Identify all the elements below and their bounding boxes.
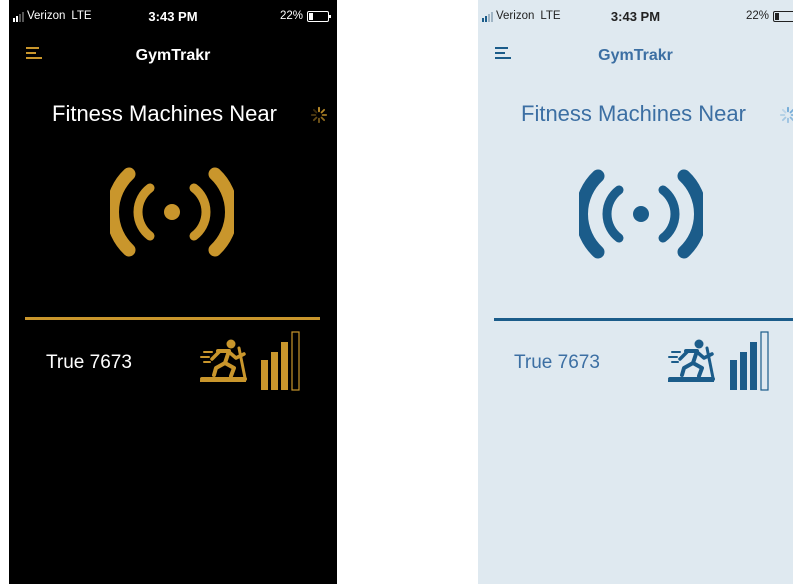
broadcast-signal-icon [579, 169, 703, 259]
signal-strength-icon [261, 331, 300, 391]
battery-percent: 22% [279, 10, 303, 22]
treadmill-runner-icon [668, 339, 715, 382]
phone-screen-dark: Verizon LTE 3:43 PM 22% GymTrakr Fitness… [9, 0, 337, 584]
broadcast-signal-icon [110, 167, 234, 257]
battery-percent: 22% [745, 10, 769, 22]
loading-spinner-icon [310, 106, 328, 124]
phone-screen-light: Verizon LTE 3:43 PM 22% GymTrakr Fitness… [478, 0, 793, 584]
machine-name: True 7673 [514, 352, 600, 373]
machine-name: True 7673 [46, 352, 132, 373]
status-bar: Verizon LTE 3:43 PM 22% [478, 0, 793, 34]
page-heading: Fitness Machines Near [52, 101, 277, 126]
battery-icon [307, 10, 331, 22]
app-title: GymTrakr [598, 47, 673, 64]
signal-strength-icon [730, 331, 769, 391]
status-bar: Verizon LTE 3:43 PM 22% [9, 0, 337, 34]
treadmill-runner-icon [200, 339, 247, 382]
machine-list-item[interactable]: True 7673 [9, 330, 337, 400]
machine-list-item[interactable]: True 7673 [478, 330, 793, 400]
divider [494, 318, 793, 321]
page-heading: Fitness Machines Near [521, 101, 746, 126]
loading-spinner-icon [779, 106, 793, 124]
divider [25, 317, 320, 320]
nav-bar: GymTrakr [9, 34, 337, 74]
app-title: GymTrakr [135, 47, 211, 64]
nav-bar: GymTrakr [478, 34, 793, 74]
battery-icon [773, 10, 793, 22]
